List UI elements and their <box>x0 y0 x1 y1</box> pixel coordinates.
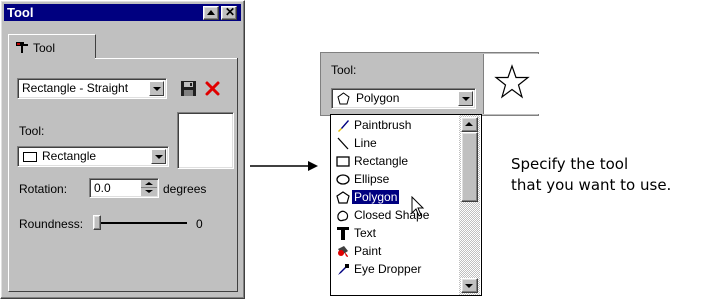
tool-dropdown-button[interactable] <box>151 149 166 164</box>
rotation-label: Rotation: <box>19 182 68 196</box>
tab-tool[interactable]: Tool <box>8 34 96 59</box>
mouse-pointer-icon <box>411 196 425 217</box>
list-scrollbar[interactable] <box>459 115 480 295</box>
list-item-text[interactable]: Text <box>333 225 458 242</box>
list-item-label: Eye Dropper <box>354 262 422 276</box>
list-item-label: Rectangle <box>354 154 409 168</box>
tool-select[interactable]: Rectangle <box>17 146 169 167</box>
list-item-closed-shape[interactable]: Closed Shape <box>333 207 458 224</box>
tool-select-value: Rectangle <box>42 149 97 163</box>
list-item-label: Line <box>354 136 377 150</box>
roundness-value: 0 <box>196 217 203 231</box>
panel-title: Tool <box>7 5 34 20</box>
callout-line-2: that you want to use. <box>511 176 672 194</box>
list-item-label: Ellipse <box>354 172 390 186</box>
tool-dropdown-panel: Tool: Polygon <box>320 52 539 116</box>
callout-arrow <box>250 161 318 171</box>
rotation-input-value: 0.0 <box>94 181 111 195</box>
rectangle-icon <box>336 156 350 167</box>
eye-dropper-icon <box>338 264 349 275</box>
panel-collapse-button[interactable] <box>203 6 219 20</box>
callout-line-1: Specify the tool <box>511 155 629 173</box>
hammer-icon <box>16 42 28 53</box>
list-item-paint[interactable]: Paint <box>333 243 458 260</box>
shape-preview <box>177 112 234 169</box>
tool-select-open-value: Polygon <box>356 91 400 105</box>
close-icon: ✕ <box>225 5 236 19</box>
callout-text: Specify the tool that you want to use. <box>511 154 671 196</box>
save-preset-button[interactable] <box>180 80 197 97</box>
tool-preview <box>483 54 539 114</box>
chevron-down-icon <box>153 87 161 91</box>
chevron-up-icon <box>465 122 473 126</box>
tool-label: Tool: <box>19 124 45 138</box>
list-item-rectangle[interactable]: Rectangle <box>333 153 458 170</box>
preset-dropdown-button[interactable] <box>149 81 164 96</box>
list-item-eye-dropper[interactable]: Eye Dropper <box>333 261 458 278</box>
tool-select-open[interactable]: Polygon <box>331 88 476 109</box>
roundness-slider-thumb[interactable] <box>93 215 101 230</box>
tool-panel: Tool ✕ Tool Rectangle - Straight Tool: R… <box>0 0 245 299</box>
list-item-label: Paintbrush <box>354 118 412 132</box>
triangle-up-icon <box>207 10 215 15</box>
chevron-down-icon <box>155 155 163 159</box>
scroll-up-button[interactable] <box>461 117 478 132</box>
dropdown-tool-label: Tool: <box>331 63 357 77</box>
scroll-down-button[interactable] <box>461 278 478 293</box>
line-icon <box>337 137 349 150</box>
floppy-disk-icon <box>181 81 196 96</box>
chevron-down-icon <box>462 97 470 101</box>
roundness-slider[interactable] <box>93 213 189 233</box>
paintbrush-icon <box>338 120 349 132</box>
list-item-label: Paint <box>354 244 382 258</box>
preset-select[interactable]: Rectangle - Straight <box>17 78 167 99</box>
delete-preset-button[interactable] <box>204 80 221 97</box>
spin-up-icon <box>145 182 153 185</box>
rotation-spin-up[interactable] <box>141 180 157 188</box>
rotation-spinner[interactable] <box>141 180 157 196</box>
delete-x-icon <box>205 81 220 96</box>
closed-shape-icon <box>337 210 349 222</box>
rotation-unit: degrees <box>163 182 207 196</box>
list-item-label: Text <box>354 226 377 240</box>
tab-tool-label: Tool <box>33 41 56 55</box>
polygon-icon <box>336 191 350 204</box>
text-icon <box>337 227 349 240</box>
scroll-thumb[interactable] <box>461 132 478 202</box>
paint-icon <box>338 246 348 257</box>
star-icon <box>494 64 530 99</box>
tool-dropdown-list[interactable]: Paintbrush Line Rectangle Ellipse Polygo… <box>330 114 482 296</box>
tool-select-open-button[interactable] <box>458 91 473 106</box>
preset-select-value: Rectangle - Straight <box>22 81 129 95</box>
list-item-polygon[interactable]: Polygon <box>333 189 458 206</box>
panel-title-bar[interactable]: Tool ✕ <box>4 4 241 21</box>
list-item-line[interactable]: Line <box>333 135 458 152</box>
rotation-spin-down[interactable] <box>141 188 157 196</box>
polygon-icon <box>337 92 350 105</box>
chevron-down-icon <box>465 284 473 288</box>
rotation-input[interactable]: 0.0 <box>89 178 159 198</box>
rectangle-icon <box>23 152 37 162</box>
ellipse-icon <box>336 174 350 185</box>
panel-close-button[interactable]: ✕ <box>221 5 237 20</box>
roundness-label: Roundness: <box>19 217 84 231</box>
spin-down-icon <box>145 190 153 193</box>
roundness-slider-track <box>93 222 187 224</box>
list-item-label: Polygon <box>350 189 401 205</box>
list-item-paintbrush[interactable]: Paintbrush <box>333 117 458 134</box>
list-item-ellipse[interactable]: Ellipse <box>333 171 458 188</box>
